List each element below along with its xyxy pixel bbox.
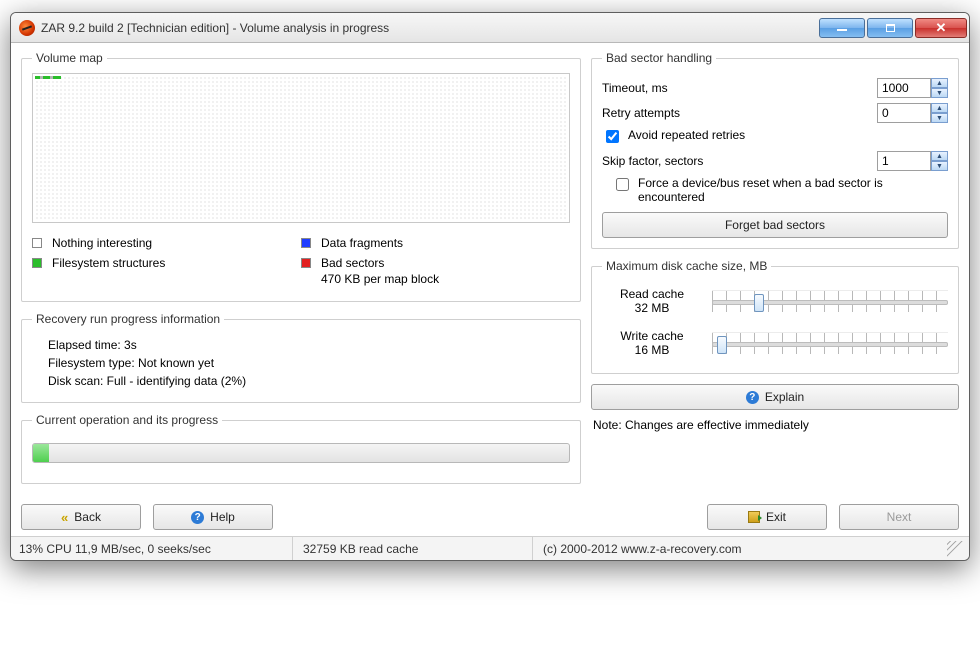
swatch-frag-icon bbox=[301, 238, 311, 248]
explain-button[interactable]: Explain bbox=[591, 384, 959, 410]
swatch-nothing-icon bbox=[32, 238, 42, 248]
timeout-label: Timeout, ms bbox=[602, 81, 871, 95]
titlebar[interactable]: ZAR 9.2 build 2 [Technician edition] - V… bbox=[11, 13, 969, 43]
bad-sector-legend: Bad sector handling bbox=[602, 51, 716, 65]
swatch-fs-icon bbox=[32, 258, 42, 268]
status-copyright: (c) 2000-2012 www.z-a-recovery.com bbox=[533, 537, 752, 560]
exit-icon bbox=[748, 511, 760, 523]
status-cache: 32759 KB read cache bbox=[293, 537, 533, 560]
skip-input[interactable] bbox=[877, 151, 931, 171]
window-controls: ✕ bbox=[817, 18, 967, 38]
write-cache-slider[interactable] bbox=[712, 332, 948, 354]
back-button[interactable]: Back bbox=[21, 504, 141, 530]
skip-up-button[interactable]: ▲ bbox=[931, 151, 948, 161]
retry-down-button[interactable]: ▼ bbox=[931, 113, 948, 123]
retry-input[interactable] bbox=[877, 103, 931, 123]
avoid-retries-label[interactable]: Avoid repeated retries bbox=[628, 128, 745, 142]
force-reset-checkbox[interactable] bbox=[616, 178, 629, 191]
progress-bar bbox=[32, 443, 570, 463]
changes-note: Note: Changes are effective immediately bbox=[593, 418, 957, 432]
next-button[interactable]: Next bbox=[839, 504, 959, 530]
cache-group: Maximum disk cache size, MB Read cache 3… bbox=[591, 259, 959, 374]
app-icon bbox=[19, 20, 35, 36]
read-cache-value: 32 MB bbox=[602, 301, 702, 315]
exit-button[interactable]: Exit bbox=[707, 504, 827, 530]
filesystem-type: Filesystem type: Not known yet bbox=[48, 356, 570, 370]
cache-legend: Maximum disk cache size, MB bbox=[602, 259, 771, 273]
current-op-group: Current operation and its progress bbox=[21, 413, 581, 484]
elapsed-time: Elapsed time: 3s bbox=[48, 338, 570, 352]
skip-down-button[interactable]: ▼ bbox=[931, 161, 948, 171]
write-cache-value: 16 MB bbox=[602, 343, 702, 357]
force-reset-label[interactable]: Force a device/bus reset when a bad sect… bbox=[638, 176, 898, 204]
skip-label: Skip factor, sectors bbox=[602, 154, 871, 168]
progress-info-legend: Recovery run progress information bbox=[32, 312, 224, 326]
status-bar: 13% CPU 11,9 MB/sec, 0 seeks/sec 32759 K… bbox=[11, 536, 969, 560]
volume-map-legend: Volume map bbox=[32, 51, 107, 65]
app-window: ZAR 9.2 build 2 [Technician edition] - V… bbox=[10, 12, 970, 561]
help-button[interactable]: Help bbox=[153, 504, 273, 530]
button-row: Back Help Exit Next bbox=[21, 504, 959, 530]
window-title: ZAR 9.2 build 2 [Technician edition] - V… bbox=[41, 21, 817, 35]
retry-up-button[interactable]: ▲ bbox=[931, 103, 948, 113]
maximize-button[interactable] bbox=[867, 18, 913, 38]
close-button[interactable]: ✕ bbox=[915, 18, 967, 38]
retry-label: Retry attempts bbox=[602, 106, 871, 120]
forget-bad-sectors-button[interactable]: Forget bad sectors bbox=[602, 212, 948, 238]
timeout-up-button[interactable]: ▲ bbox=[931, 78, 948, 88]
write-cache-label: Write cache bbox=[602, 329, 702, 343]
read-cache-slider[interactable] bbox=[712, 290, 948, 312]
volume-map-group: Volume map Nothing interesting Filesyste… bbox=[21, 51, 581, 302]
progress-info-group: Recovery run progress information Elapse… bbox=[21, 312, 581, 403]
disk-scan-status: Disk scan: Full - identifying data (2%) bbox=[48, 374, 570, 388]
timeout-down-button[interactable]: ▼ bbox=[931, 88, 948, 98]
bad-sector-group: Bad sector handling Timeout, ms ▲ ▼ Re bbox=[591, 51, 959, 249]
minimize-button[interactable] bbox=[819, 18, 865, 38]
avoid-retries-checkbox[interactable] bbox=[606, 130, 619, 143]
status-cpu: 13% CPU 11,9 MB/sec, 0 seeks/sec bbox=[13, 537, 293, 560]
help-icon bbox=[746, 391, 759, 404]
volume-map bbox=[32, 73, 570, 223]
back-icon bbox=[61, 510, 68, 525]
read-cache-label: Read cache bbox=[602, 287, 702, 301]
resize-grip-icon[interactable] bbox=[947, 541, 963, 557]
timeout-input[interactable] bbox=[877, 78, 931, 98]
current-op-legend: Current operation and its progress bbox=[32, 413, 222, 427]
volume-map-key: Nothing interesting Filesystem structure… bbox=[32, 231, 570, 291]
help-icon bbox=[191, 511, 204, 524]
swatch-bad-icon bbox=[301, 258, 311, 268]
